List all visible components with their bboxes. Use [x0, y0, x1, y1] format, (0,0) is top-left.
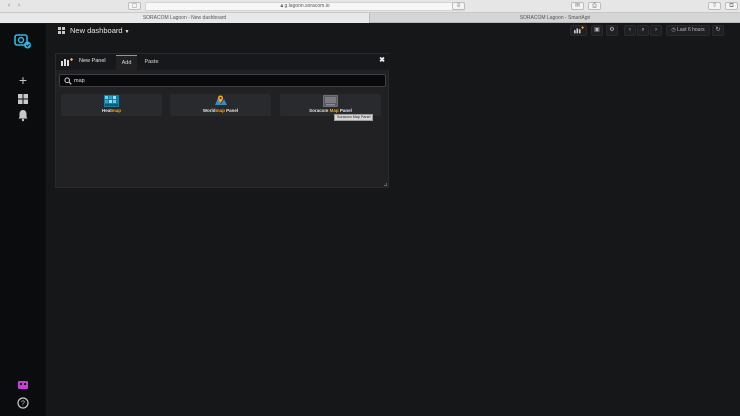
panel-header-title: New Panel: [79, 58, 106, 64]
browser-tab[interactable]: SORACOM Lagoon - SmartAgri: [370, 13, 740, 23]
time-range-picker[interactable]: ◷ Last 6 hours: [666, 25, 710, 36]
print-icon[interactable]: ⎙: [588, 2, 601, 10]
plugin-label: Heatmap: [101, 108, 122, 113]
dashboard-title[interactable]: New dashboard ▼: [70, 24, 130, 39]
soracom-lagoon-logo-icon[interactable]: [14, 32, 32, 50]
browser-tab[interactable]: SORACOM Lagoon - New dashboard: [0, 13, 370, 23]
grid-icon[interactable]: [16, 92, 30, 106]
map-pin-logo-icon: [215, 95, 227, 105]
browser-tab-bar: SORACOM Lagoon - New dashboard SORACOM L…: [0, 13, 740, 23]
tab-add[interactable]: Add: [116, 55, 137, 70]
time-range-label: Last 6 hours: [677, 27, 705, 33]
browser-toolbar: ‹ › ▢ 🔒︎ g.lagoon.soracom.io ≡ ✉ ⎙ ⇧ ⧉: [0, 0, 740, 13]
clock-icon: ◷: [671, 27, 676, 33]
close-icon[interactable]: ✖: [378, 57, 386, 65]
back-arrow-icon[interactable]: ‹: [5, 2, 13, 10]
bell-icon[interactable]: [16, 108, 30, 122]
plugin-tooltip: Soracom Map Panel: [334, 114, 374, 121]
add-panel-icon[interactable]: [570, 25, 587, 36]
chevron-right-icon[interactable]: ›: [650, 25, 662, 36]
plugin-card-worldmap[interactable]: Worldmap Panel: [170, 94, 271, 116]
tab-paste[interactable]: Paste: [141, 55, 162, 70]
plugin-card-soracom-map[interactable]: Soracom Map Panel: [280, 94, 381, 116]
user-icon[interactable]: [16, 378, 30, 392]
plugin-card-heatmap[interactable]: Heatmap: [61, 94, 162, 116]
dashboard-navbar: New dashboard ▼ ▣ ⚙ ‹ ⌕ › ◷ Last 6 hours …: [46, 24, 740, 38]
url-text: g.lagoon.soracom.io: [284, 3, 330, 9]
address-bar[interactable]: 🔒︎ g.lagoon.soracom.io: [145, 2, 465, 11]
search-input[interactable]: [74, 76, 374, 86]
zoom-out-icon[interactable]: ⌕: [637, 25, 649, 36]
dashboard-title-text: New dashboard: [70, 26, 123, 35]
search-box[interactable]: [59, 74, 386, 87]
caret-down-icon: ▼: [124, 29, 130, 35]
panel-header: New Panel Add Paste ✖: [56, 54, 390, 70]
question-icon[interactable]: ?: [16, 396, 30, 410]
forward-arrow-icon[interactable]: ›: [15, 2, 23, 10]
reader-icon[interactable]: ≡: [452, 2, 465, 10]
refresh-icon[interactable]: ↻: [712, 25, 724, 36]
add-panel: New Panel Add Paste ✖ Heatmap Worldmap P…: [55, 53, 390, 188]
soracom-map-logo-icon: [323, 95, 338, 107]
svg-text:?: ?: [21, 401, 25, 408]
search-icon: [64, 77, 72, 85]
side-menu: + ?: [0, 24, 46, 416]
plugin-label: Worldmap Panel: [202, 108, 239, 113]
dashboard-grid-icon: [58, 27, 66, 34]
sidebar-toggle-icon[interactable]: ▢: [128, 2, 141, 10]
plus-icon[interactable]: +: [16, 73, 30, 87]
chevron-left-icon[interactable]: ‹: [624, 25, 636, 36]
gear-icon[interactable]: ⚙: [606, 25, 618, 36]
share-icon[interactable]: ⇧: [708, 2, 721, 10]
save-icon[interactable]: ▣: [591, 25, 603, 36]
resize-handle-icon[interactable]: [384, 183, 387, 186]
tabs-overview-icon[interactable]: ⧉: [725, 2, 738, 10]
add-panel-header-icon: [61, 58, 73, 66]
mail-icon[interactable]: ✉: [571, 2, 584, 10]
heatmap-logo-icon: [104, 95, 119, 107]
lock-icon: 🔒︎: [280, 3, 284, 9]
